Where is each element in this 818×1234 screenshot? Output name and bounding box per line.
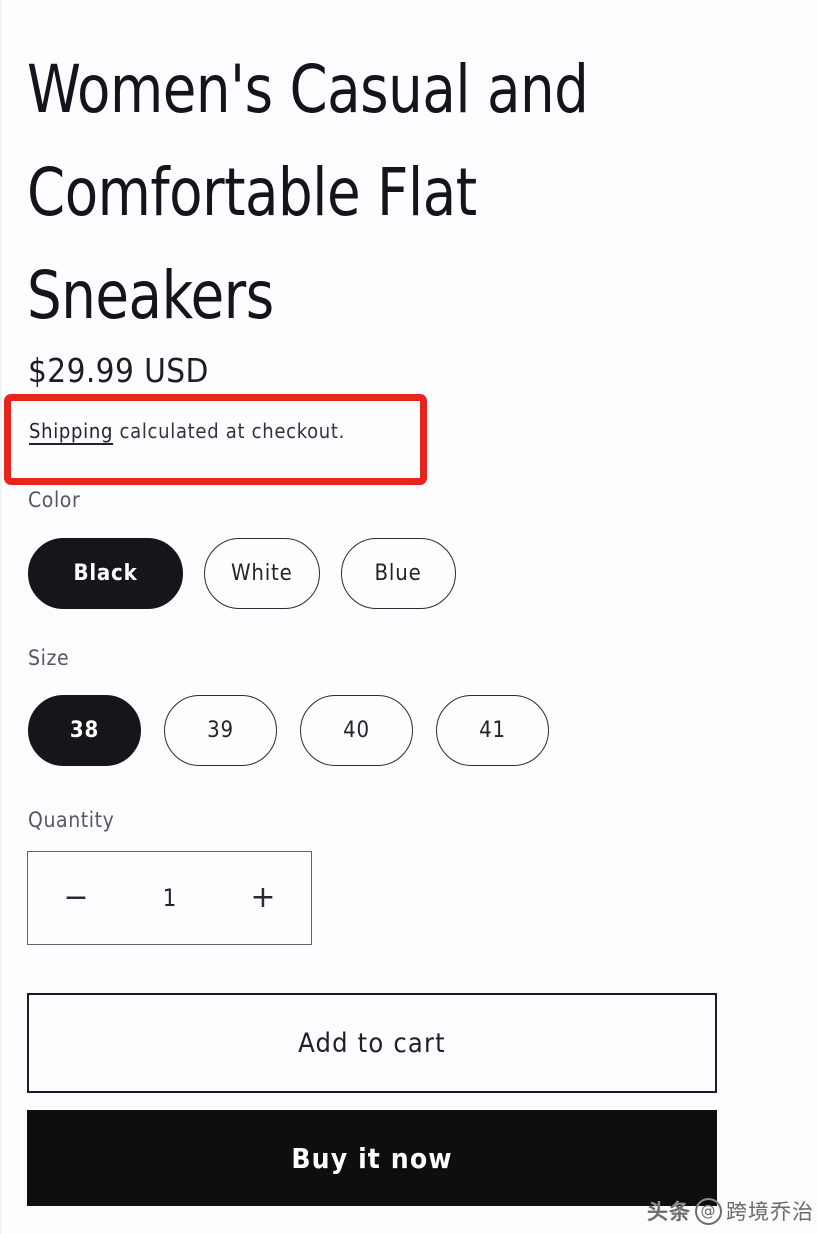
color-option-label: Color [28,488,81,512]
watermark-handle: 跨境乔治 [726,1200,814,1224]
size-option-40[interactable]: 40 [300,695,413,766]
size-option-group: 38 39 40 41 [28,695,549,766]
color-swatch-white[interactable]: White [204,538,320,609]
size-option-41[interactable]: 41 [436,695,549,766]
quantity-stepper: − 1 + [27,851,312,945]
add-to-cart-button[interactable]: Add to cart [27,993,717,1093]
shipping-note: Shipping calculated at checkout. [29,418,345,445]
size-option-39[interactable]: 39 [164,695,277,766]
quantity-input[interactable]: 1 [104,884,235,912]
shipping-note-text: calculated at checkout. [113,419,346,443]
color-option-group: Black White Blue [28,538,456,609]
color-swatch-blue[interactable]: Blue [340,538,456,609]
page-title: Women's Casual and Comfortable Flat Snea… [27,51,589,335]
plus-icon[interactable]: + [235,870,291,926]
size-option-38[interactable]: 38 [28,695,141,766]
product-price: $29.99 USD [28,351,209,390]
shipping-policy-link[interactable]: Shipping [29,419,113,443]
minus-icon[interactable]: − [48,870,104,926]
quantity-label: Quantity [28,808,115,832]
color-swatch-black[interactable]: Black [28,538,183,609]
product-page: Women's Casual and Comfortable Flat Snea… [0,0,818,1234]
buy-it-now-button[interactable]: Buy it now [27,1110,717,1206]
size-option-label: Size [28,646,70,670]
